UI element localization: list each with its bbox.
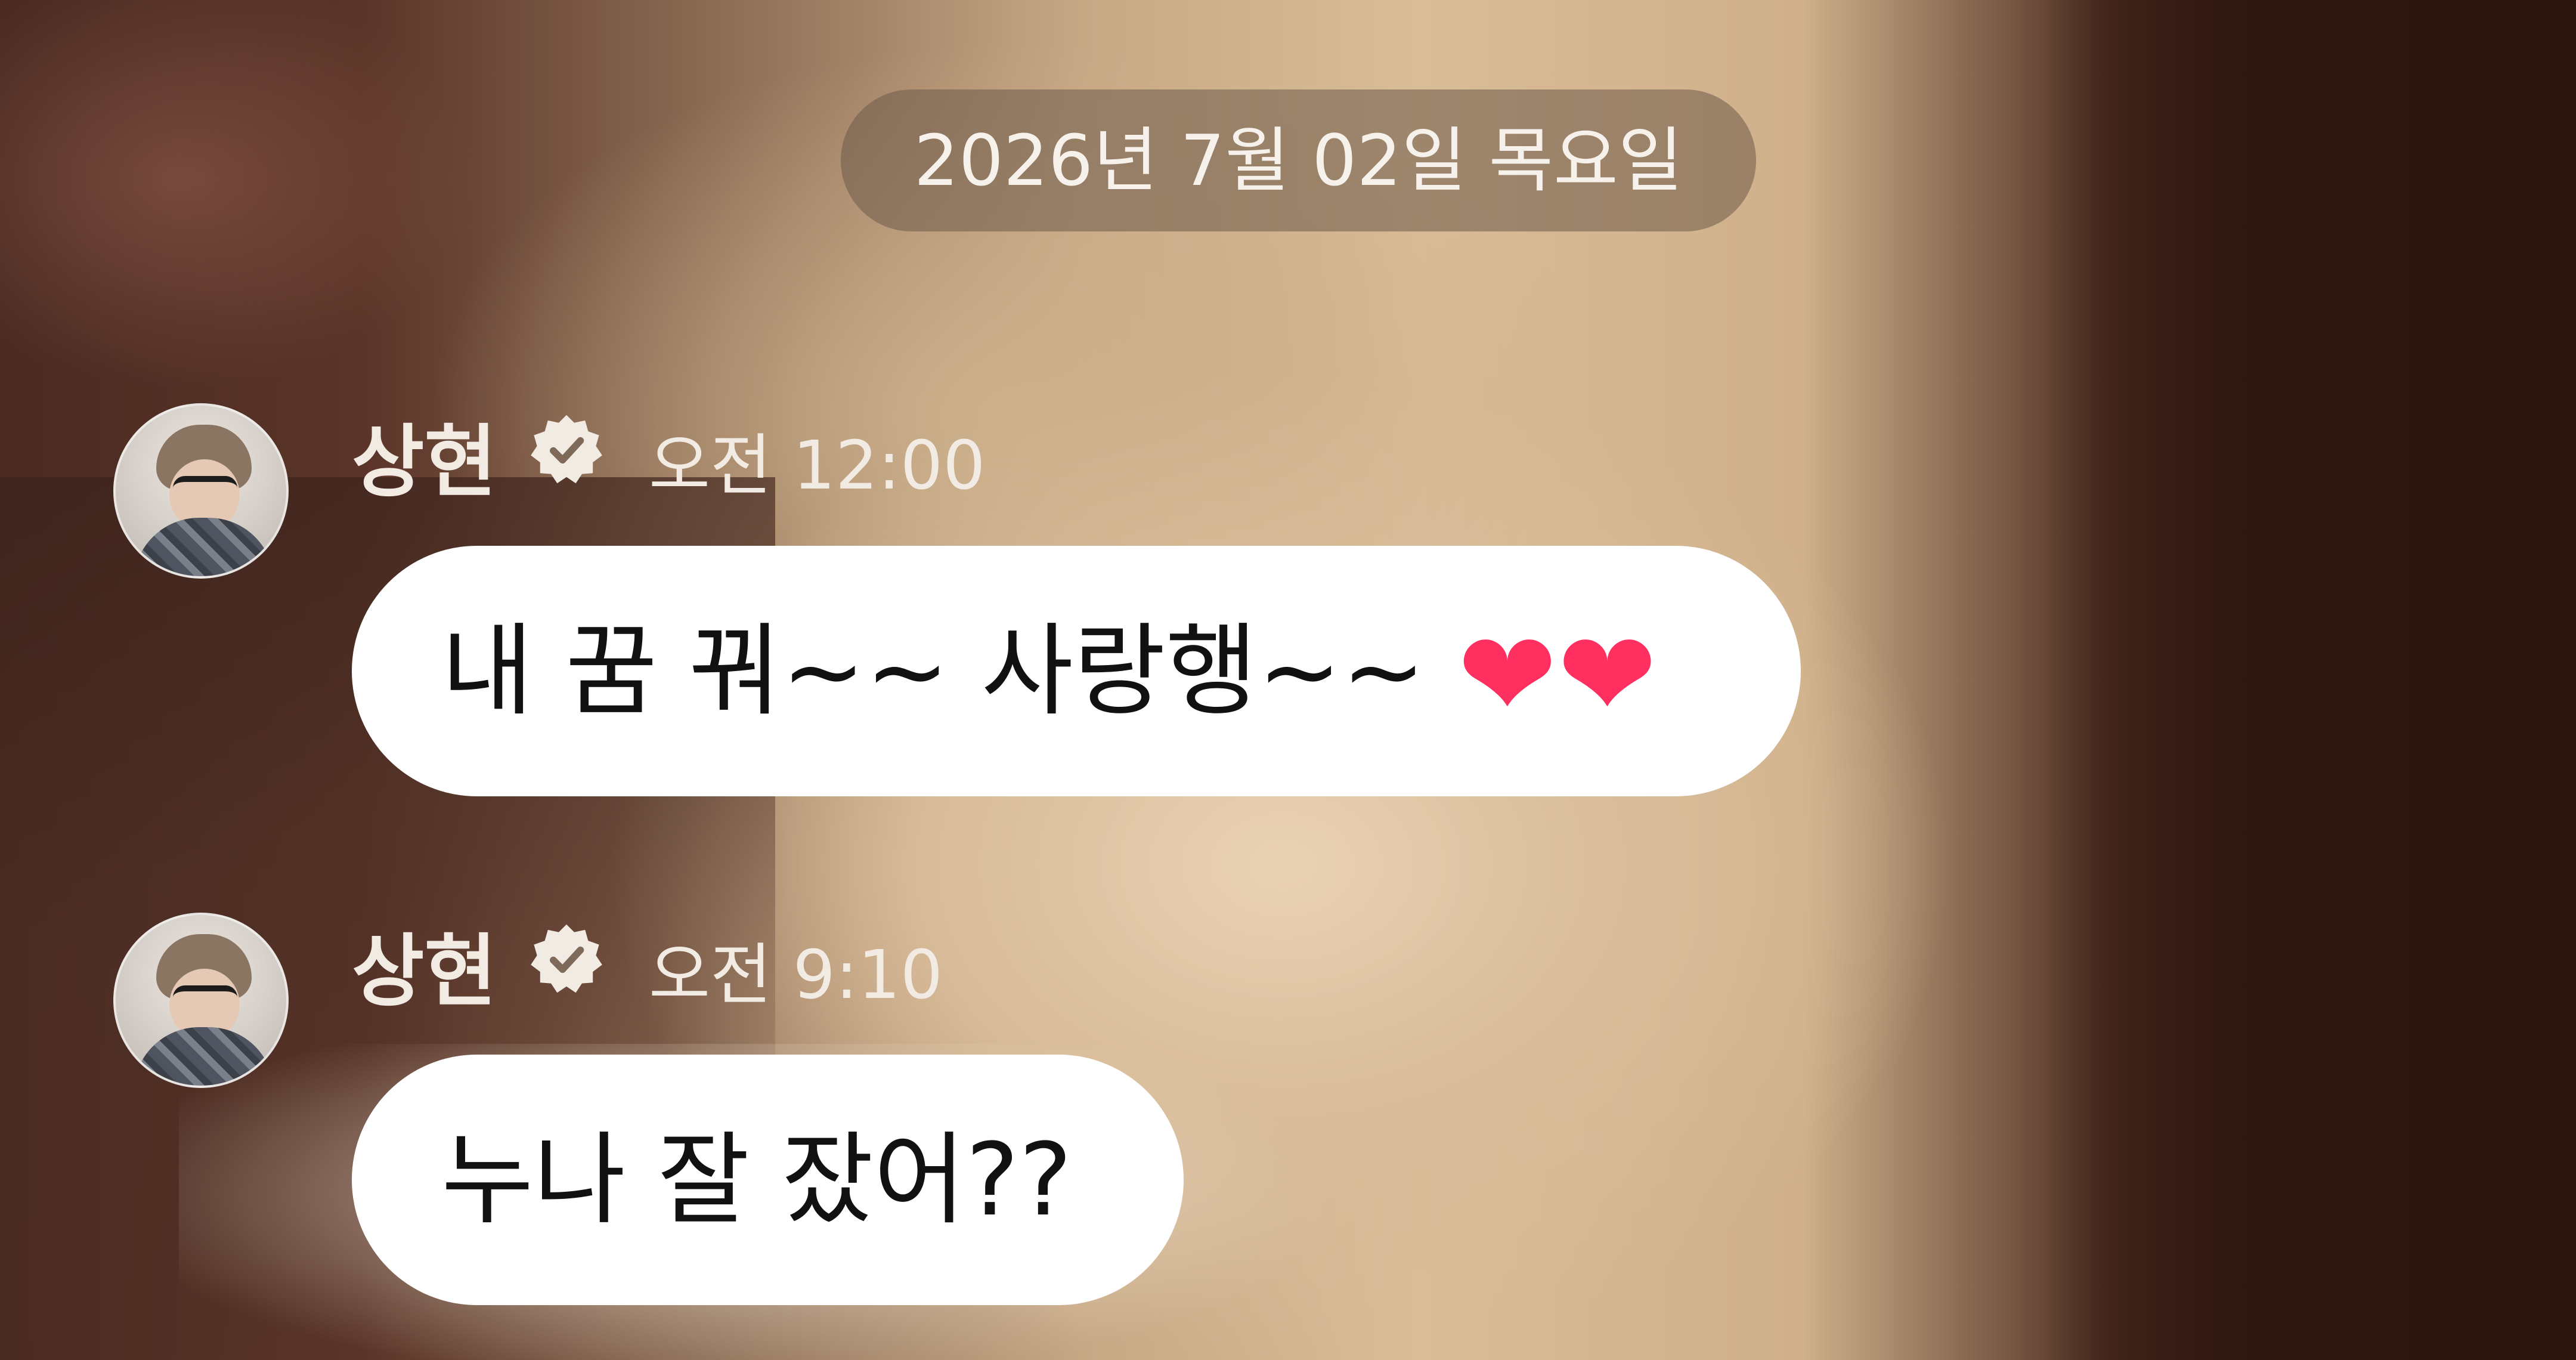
message-text: 내 꿈 꿔~~ 사랑행~~ xyxy=(441,613,1426,730)
message-time: 오전 12:00 xyxy=(649,427,986,505)
avatar[interactable] xyxy=(113,403,289,579)
background-shadow-right xyxy=(2039,0,2576,1360)
date-separator: 2026년 7월 02일 목요일 xyxy=(841,89,1756,231)
verified-badge-icon xyxy=(531,924,602,993)
heart-icon: ❤❤ xyxy=(1457,606,1658,745)
message-time: 오전 9:10 xyxy=(649,936,943,1014)
message-bubble[interactable]: 누나 잘 잤어?? xyxy=(352,1055,1184,1305)
message-bubble[interactable]: 내 꿈 꿔~~ 사랑행~~ ❤❤ xyxy=(352,546,1801,796)
sender-name: 상현 xyxy=(352,926,497,1018)
message-text: 누나 잘 잤어?? xyxy=(441,1121,1072,1238)
verified-badge-icon xyxy=(531,415,602,484)
avatar[interactable] xyxy=(113,913,289,1088)
sender-name: 상현 xyxy=(352,416,497,508)
